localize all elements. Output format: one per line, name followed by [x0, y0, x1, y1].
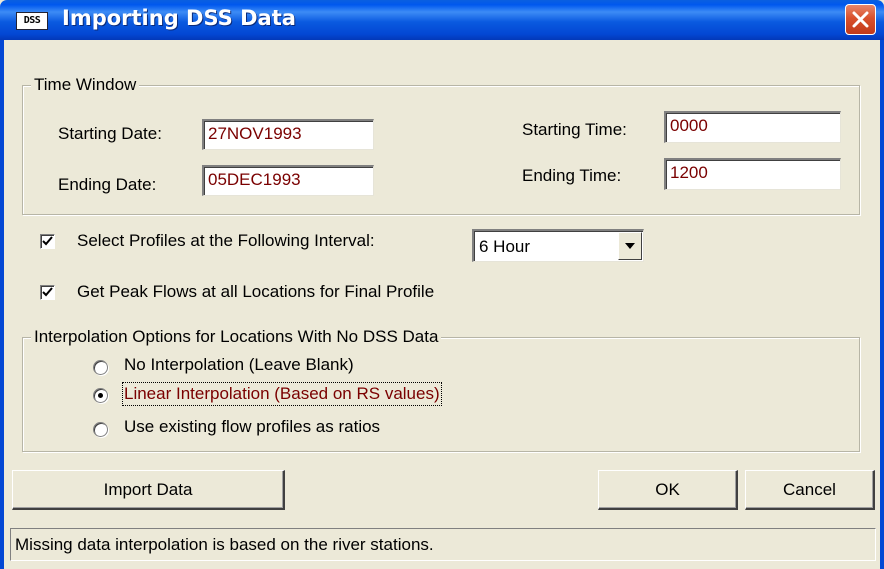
radio-no-interpolation[interactable]	[93, 360, 108, 375]
status-bar: Missing data interpolation is based on t…	[10, 528, 876, 561]
dropdown-arrow-button[interactable]	[618, 232, 642, 260]
interval-dropdown[interactable]: 6 Hour	[472, 229, 644, 262]
title-bar[interactable]: DSS Importing DSS Data	[0, 0, 884, 40]
status-message: Missing data interpolation is based on t…	[15, 535, 434, 554]
interpolation-legend: Interpolation Options for Locations With…	[31, 327, 442, 347]
import-data-button-label: Import Data	[103, 480, 193, 499]
peak-flows-label[interactable]: Get Peak Flows at all Locations for Fina…	[77, 282, 434, 302]
import-data-button[interactable]: Import Data	[12, 470, 285, 510]
starting-time-field[interactable]: 0000	[664, 111, 841, 143]
starting-date-field[interactable]: 27NOV1993	[202, 119, 374, 150]
ok-button[interactable]: OK	[598, 470, 738, 510]
ending-date-field[interactable]: 05DEC1993	[202, 165, 374, 196]
select-interval-checkbox[interactable]	[40, 234, 55, 249]
radio-linear-interpolation[interactable]	[93, 388, 108, 403]
ending-date-label: Ending Date:	[58, 175, 157, 194]
linear-interpolation-label[interactable]: Linear Interpolation (Based on RS values…	[122, 382, 442, 406]
ok-button-label: OK	[655, 480, 680, 499]
chevron-down-icon	[625, 243, 635, 249]
window-frame-left	[0, 40, 4, 569]
radio-existing-flow-ratios[interactable]	[93, 422, 108, 437]
starting-date-label: Starting Date:	[58, 124, 162, 143]
checkmark-icon	[42, 287, 53, 297]
close-icon	[852, 11, 869, 28]
window-frame-right	[880, 40, 884, 569]
peak-flows-checkbox[interactable]	[40, 285, 55, 300]
radio-selected-dot	[98, 393, 103, 398]
select-interval-label[interactable]: Select Profiles at the Following Interva…	[77, 231, 375, 251]
time-window-group	[22, 85, 860, 215]
existing-flow-ratios-label[interactable]: Use existing flow profiles as ratios	[124, 417, 380, 437]
cancel-button-label: Cancel	[783, 480, 836, 499]
window-title: Importing DSS Data	[62, 6, 296, 30]
ending-time-field[interactable]: 1200	[664, 158, 841, 190]
no-interpolation-label[interactable]: No Interpolation (Leave Blank)	[124, 355, 354, 375]
interval-dropdown-value: 6 Hour	[479, 237, 531, 256]
close-button[interactable]	[845, 4, 876, 35]
checkmark-icon	[42, 236, 53, 246]
starting-time-label: Starting Time:	[522, 120, 627, 139]
ending-time-label: Ending Time:	[522, 166, 622, 185]
time-window-legend: Time Window	[31, 75, 140, 95]
cancel-button[interactable]: Cancel	[745, 470, 875, 510]
dss-app-icon: DSS	[16, 12, 48, 30]
